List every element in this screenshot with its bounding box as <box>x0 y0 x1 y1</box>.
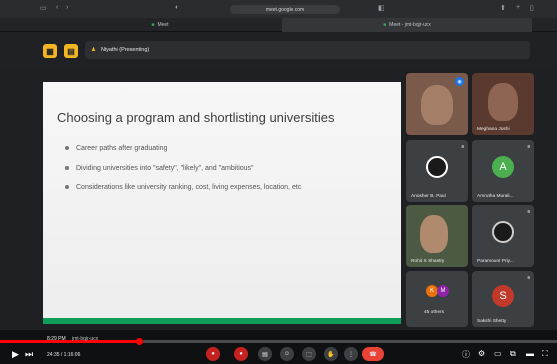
meet-favicon-icon: ■ <box>151 22 155 28</box>
add-tab-icon[interactable]: + <box>516 4 520 11</box>
participant-name: Rohit S Shastry <box>411 259 445 264</box>
participant-tile[interactable]: ◉ <box>406 73 468 135</box>
bullet-item: Career paths after graduating <box>65 139 301 159</box>
others-tile[interactable]: K M 45 others <box>406 271 468 327</box>
video-progress-fill <box>0 340 140 343</box>
back-icon[interactable]: ‹ <box>56 4 58 11</box>
bullet-item: Dividing universities into "safety", "li… <box>65 159 301 179</box>
forward-icon[interactable]: › <box>66 4 68 11</box>
emoji-icon[interactable]: ☺ <box>280 347 294 361</box>
slide-accent-bar <box>43 318 401 324</box>
raise-hand-icon[interactable]: ✋ <box>324 347 338 361</box>
meeting-clock: 8:29 PM <box>47 336 66 342</box>
meet-favicon-icon: ■ <box>383 22 387 28</box>
participant-tile[interactable]: ᵴ Paramount Priy... <box>472 205 534 267</box>
slide-bullets: Career paths after graduating Dividing u… <box>65 139 301 198</box>
participant-tile[interactable]: ᵴ Anosher B. Paul <box>406 140 468 202</box>
participant-name: Meghana Joshi <box>477 127 510 132</box>
info-icon[interactable]: ⓘ <box>462 349 470 360</box>
tab-meet[interactable]: ■ Meet <box>40 18 280 32</box>
participant-avatar <box>426 156 448 178</box>
sidebar-icon[interactable]: ▯ <box>530 4 534 12</box>
participant-video <box>420 215 448 253</box>
end-call-button[interactable]: ☎ <box>362 347 384 361</box>
bullet-item: Considerations like university ranking, … <box>65 178 301 198</box>
video-time: 24:35 / 1:16:06 <box>47 352 81 358</box>
tab-strip: ■ Meet ■ Meet - jmt-bqjr-ucx <box>0 18 557 32</box>
participant-tile[interactable]: A ᵴ Amrutha Murali... <box>472 140 534 202</box>
more-options-icon[interactable]: ⋮ <box>344 347 358 361</box>
presenter-label: Niyathi (Presenting) <box>100 47 150 53</box>
participant-name: Anosher B. Paul <box>411 194 446 199</box>
activities-icon[interactable]: ▦ <box>43 44 57 58</box>
address-bar[interactable]: meet.google.com <box>230 5 340 14</box>
participant-tile[interactable]: S ᵴ Sakshi Shetty <box>472 271 534 327</box>
camera-toggle-button[interactable]: ● <box>234 347 248 361</box>
mic-off-icon: ᵴ <box>527 144 531 150</box>
play-icon[interactable]: ▶ <box>12 349 19 360</box>
meeting-code: jmt-bqjr-ucx <box>72 336 99 342</box>
captions-icon[interactable]: ▤ <box>258 347 272 361</box>
participant-name: Paramount Priy... <box>477 259 514 264</box>
participant-avatar: A <box>492 156 514 178</box>
participant-tile[interactable]: Meghana Joshi <box>472 73 534 135</box>
tab-label: Meet <box>157 22 169 28</box>
next-icon[interactable]: ⏭ <box>25 349 33 360</box>
miniplayer-icon[interactable]: ⧉ <box>510 349 516 359</box>
notes-icon[interactable]: ▤ <box>64 44 78 58</box>
window-controls-icon[interactable]: ▭ <box>40 4 47 12</box>
browser-toolbar: ▭ ‹ › ◐ meet.google.com ◧ ⬆ + ▯ <box>0 0 557 18</box>
mic-off-icon: ᵴ <box>461 144 465 150</box>
tab-meet-call[interactable]: ■ Meet - jmt-bqjr-ucx <box>282 18 532 32</box>
address-bar-text: meet.google.com <box>265 6 305 13</box>
slide-title: Choosing a program and shortlisting univ… <box>57 110 335 125</box>
screen-root: ▭ ‹ › ◐ meet.google.com ◧ ⬆ + ▯ ■ Meet ■… <box>0 0 557 364</box>
mic-toggle-button[interactable]: ● <box>206 347 220 361</box>
settings-icon[interactable]: ⚙ <box>478 349 485 358</box>
participant-avatar: S <box>492 285 514 307</box>
speaking-icon: ◉ <box>455 77 464 86</box>
share-icon[interactable]: ⬆ <box>500 4 506 12</box>
participant-tile[interactable]: Rohit S Shastry <box>406 205 468 267</box>
tab-label: Meet - jmt-bqjr-ucx <box>389 22 431 28</box>
participant-name: Sakshi Shetty <box>477 319 507 324</box>
presentation-slide: Choosing a program and shortlisting univ… <box>43 82 401 324</box>
participant-name: Amrutha Murali... <box>477 194 514 199</box>
others-avatar: M <box>437 285 449 297</box>
participant-video <box>488 83 518 121</box>
others-count: 45 others <box>424 310 445 315</box>
presenting-banner: ♟ Niyathi (Presenting) <box>85 41 530 59</box>
participant-video <box>421 85 453 125</box>
shield-icon: ◐ <box>175 4 180 11</box>
participant-avatar <box>492 221 514 243</box>
extension-icon[interactable]: ◧ <box>378 4 385 12</box>
presenter-avatar-icon: ♟ <box>91 47 96 53</box>
subtitles-icon[interactable]: ▭ <box>494 349 502 358</box>
fullscreen-icon[interactable]: ⛶ <box>542 349 548 359</box>
mic-off-icon: ᵴ <box>527 209 531 215</box>
present-icon[interactable]: ⬚ <box>302 347 316 361</box>
theater-icon[interactable]: ▬ <box>526 349 534 358</box>
mic-off-icon: ᵴ <box>527 275 531 281</box>
